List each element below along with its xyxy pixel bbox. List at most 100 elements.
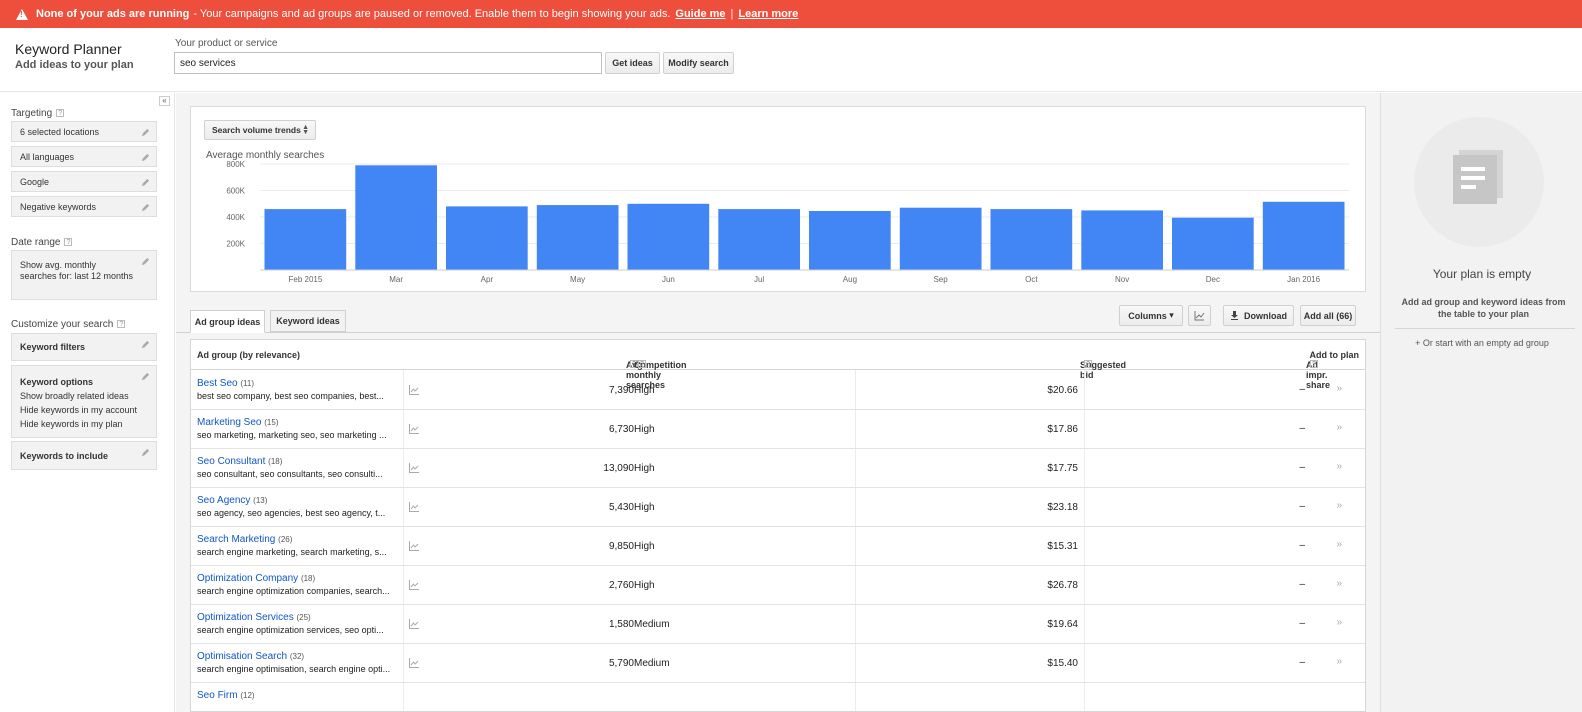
help-icon[interactable]: ? (638, 360, 646, 368)
suggested-bid: $23.18 (1047, 502, 1078, 513)
warning-icon (16, 8, 28, 20)
col-ad-group[interactable]: Ad group (by relevance) (197, 350, 300, 360)
columns-button[interactable]: Columns ▾ (1119, 305, 1183, 326)
trend-chart-icon[interactable] (409, 385, 419, 395)
add-to-plan-button[interactable]: » (1336, 422, 1342, 433)
get-ideas-button[interactable]: Get ideas (605, 52, 660, 74)
help-icon[interactable]: ? (117, 320, 126, 329)
ad-group-link[interactable]: Optimization Services (25) (197, 612, 311, 623)
pencil-icon (141, 448, 150, 457)
bar-2[interactable] (446, 206, 528, 270)
add-all-button[interactable]: Add all (66) (1300, 305, 1356, 326)
download-icon (1231, 311, 1238, 320)
trend-chart-icon[interactable] (409, 619, 419, 629)
suggested-bid: $17.86 (1047, 424, 1078, 435)
ad-group-link[interactable]: Search Marketing (26) (197, 534, 292, 545)
date-range-box[interactable]: Show avg. monthly searches for: last 12 … (11, 250, 157, 300)
tab-ad-group-ideas[interactable]: Ad group ideas (190, 310, 265, 333)
bar-7[interactable] (899, 207, 982, 270)
competition: High (634, 502, 655, 513)
languages-target[interactable]: All languages (11, 146, 157, 167)
ideas-table: Ad group (by relevance) Avg. monthly sea… (190, 339, 1366, 712)
learn-more-link[interactable]: Learn more (738, 8, 798, 20)
keyword-option: Hide keywords in my account (20, 405, 138, 415)
table-row: Best Seo (11) best seo company, best seo … (191, 371, 1365, 410)
keyword-list: search engine optimization services, seo… (197, 625, 384, 635)
pencil-icon (141, 153, 150, 162)
help-icon[interactable]: ? (1084, 360, 1092, 368)
bar-5[interactable] (718, 209, 800, 270)
ad-group-link[interactable]: Optimization Company (18) (197, 573, 315, 584)
bar-8[interactable] (990, 209, 1073, 270)
chart-toggle-button[interactable] (1188, 305, 1211, 326)
table-row: Seo Consultant (18) seo consultant, seo c… (191, 449, 1365, 488)
x-tick-label: May (570, 275, 585, 284)
avg-searches: 13,090 (603, 463, 634, 474)
ad-group-link[interactable]: Seo Agency (13) (197, 495, 267, 506)
locations-target[interactable]: 6 selected locations (11, 121, 157, 142)
add-to-plan-button[interactable]: » (1336, 539, 1342, 550)
add-to-plan-button[interactable]: » (1336, 500, 1342, 511)
avg-searches: 2,760 (608, 580, 634, 591)
bar-11[interactable] (1262, 201, 1345, 270)
impr-share: – (1299, 618, 1305, 629)
chart-type-select[interactable]: Search volume trends ▲ ▼ (204, 120, 316, 140)
trend-chart-icon[interactable] (409, 580, 419, 590)
tab-keyword-ideas[interactable]: Keyword ideas (270, 310, 346, 332)
keyword-filters-box[interactable]: Keyword filters (11, 333, 157, 361)
add-to-plan-button[interactable]: » (1336, 656, 1342, 667)
add-to-plan-button[interactable]: » (1336, 461, 1342, 472)
add-to-plan-button[interactable]: » (1336, 617, 1342, 628)
search-volume-chart: 800K 600K 400K 200K Feb 2015 Mar Apr May Jun Jul A… (226, 160, 1349, 284)
bar-0[interactable] (264, 209, 347, 270)
ad-group-link[interactable]: Seo Firm (12) (197, 690, 255, 701)
help-icon[interactable]: ? (64, 238, 73, 247)
trend-chart-icon[interactable] (409, 658, 419, 668)
col-add-to-plan: Add to plan (1309, 350, 1360, 360)
bar-10[interactable] (1172, 217, 1254, 270)
x-tick-label: Jun (662, 275, 675, 284)
pencil-icon (141, 178, 150, 187)
collapse-sidebar-button[interactable]: « (159, 96, 170, 106)
keyword-options-box[interactable]: Keyword options Show broadly related ide… (11, 365, 157, 438)
competition: High (634, 463, 655, 474)
keyword-option: Hide keywords in my plan (20, 419, 123, 429)
add-to-plan-button[interactable]: » (1336, 578, 1342, 589)
impr-share: – (1299, 384, 1305, 395)
ad-group-link[interactable]: Best Seo (11) (197, 378, 254, 389)
banner-separator: | (730, 8, 734, 20)
keyword-options-title: Keyword options (20, 377, 94, 387)
keyword-count: (18) (268, 457, 283, 466)
trend-chart-icon[interactable] (409, 463, 419, 473)
x-tick-label: Aug (843, 275, 857, 284)
trend-chart-icon[interactable] (409, 541, 419, 551)
modify-search-button[interactable]: Modify search (663, 52, 734, 74)
y-tick-label: 400K (226, 213, 245, 222)
ad-group-link[interactable]: Marketing Seo (15) (197, 417, 279, 428)
negative-keywords-target[interactable]: Negative keywords (11, 196, 157, 217)
pencil-icon (141, 128, 150, 137)
table-row: Optimization Company (18) search engine o… (191, 566, 1365, 605)
bar-1[interactable] (355, 165, 437, 270)
network-target[interactable]: Google (11, 171, 157, 192)
guide-me-link[interactable]: Guide me (675, 8, 725, 20)
download-button[interactable]: Download (1223, 305, 1294, 326)
sort-arrows-icon: ▲ ▼ (302, 124, 309, 136)
help-icon[interactable]: ? (56, 109, 65, 118)
ad-group-link[interactable]: Optimisation Search (32) (197, 651, 304, 662)
keyword-list: seo consultant, seo consultants, seo con… (197, 469, 383, 479)
bar-4[interactable] (627, 203, 710, 271)
table-row: Optimization Services (25) search engine … (191, 605, 1365, 644)
product-input[interactable] (174, 52, 602, 74)
trend-chart-icon[interactable] (409, 502, 419, 512)
bar-9[interactable] (1081, 210, 1163, 270)
x-tick-label: Feb 2015 (288, 275, 322, 284)
add-to-plan-button[interactable]: » (1336, 383, 1342, 394)
keywords-include-box[interactable]: Keywords to include (11, 441, 157, 470)
bar-6[interactable] (809, 211, 891, 270)
trend-chart-icon[interactable] (409, 424, 419, 434)
bar-3[interactable] (536, 205, 619, 270)
empty-ad-group-link[interactable]: + Or start with an empty ad group (1381, 338, 1582, 348)
help-icon[interactable]: ? (1310, 360, 1318, 368)
ad-group-link[interactable]: Seo Consultant (18) (197, 456, 282, 467)
